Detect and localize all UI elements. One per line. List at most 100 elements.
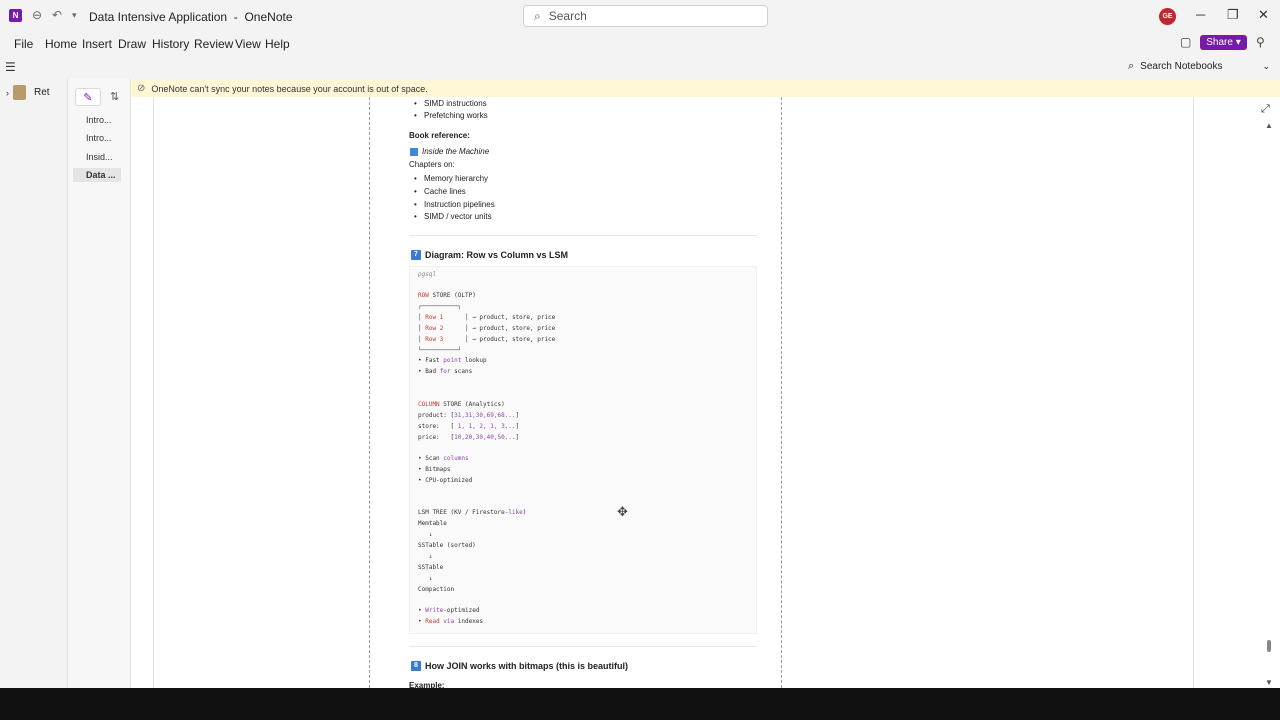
page-item[interactable]: Intro... xyxy=(73,131,121,145)
keycap-number-icon: 8 xyxy=(411,661,421,671)
global-search-input[interactable]: ⌕ Search xyxy=(523,5,768,27)
minimize-icon[interactable]: ─ xyxy=(1196,7,1205,22)
document-title: Data Intensive Application - OneNote xyxy=(89,10,293,24)
vertical-scrollbar[interactable] xyxy=(1264,97,1278,688)
code-block[interactable]: pgsql ROW STORE (OLTP) ┌──────────┐ │ Ro… xyxy=(409,266,757,634)
notebook-icon xyxy=(13,85,26,100)
sort-icon[interactable]: ⇅ xyxy=(110,90,119,103)
menu-insert[interactable]: Insert xyxy=(82,37,112,51)
section-heading: 7 Diagram: Row vs Column vs LSM xyxy=(411,250,568,260)
avatar[interactable]: GE xyxy=(1159,8,1176,25)
scroll-down-icon[interactable]: ▼ xyxy=(1265,678,1273,687)
book-icon xyxy=(410,147,418,156)
scrollbar-thumb[interactable] xyxy=(1267,640,1271,652)
code-line: ROW STORE (OLTP) xyxy=(418,292,476,299)
section-title: Diagram: Row vs Column vs LSM xyxy=(425,250,569,260)
code-line: Compaction xyxy=(418,586,455,593)
quick-access-dropdown-icon[interactable]: ▾ xyxy=(72,10,77,21)
canvas-divider xyxy=(781,97,782,688)
page-item-active[interactable]: Data ... xyxy=(73,168,121,182)
search-icon: ⌕ xyxy=(1128,59,1135,72)
code-line: • Bad for scans xyxy=(418,368,473,375)
menu-history[interactable]: History xyxy=(152,37,189,51)
list-item: SIMD / vector units xyxy=(414,212,492,221)
code-line: • Scan columns xyxy=(418,455,469,462)
chevron-down-icon[interactable]: ⌄ xyxy=(1262,61,1270,72)
code-line: • Write-optimized xyxy=(418,607,480,614)
page-item[interactable]: Insid... xyxy=(73,150,121,164)
menu-bar xyxy=(0,32,1280,54)
share-button[interactable]: Share ▾ xyxy=(1200,35,1247,50)
chevron-right-icon[interactable]: › xyxy=(6,88,9,98)
list-item: SIMD instructions xyxy=(414,99,487,108)
section-title: How JOIN works with bitmaps (this is bea… xyxy=(425,661,629,671)
menu-review[interactable]: Review xyxy=(194,37,233,51)
share-label: Share xyxy=(1206,37,1233,48)
code-line: ┌──────────┐ xyxy=(418,303,462,310)
notebook-pane xyxy=(0,79,66,688)
sync-warning-text: OneNote can't sync your notes because yo… xyxy=(151,83,428,94)
code-line: • Bitmaps xyxy=(418,466,451,473)
code-line: SSTable (sorted) xyxy=(418,542,476,549)
list-item: Memory hierarchy xyxy=(414,174,488,183)
divider xyxy=(409,646,757,647)
sync-warning-banner: ⊘ OneNote can't sync your notes because … xyxy=(131,80,1280,97)
book-reference: Inside the Machine xyxy=(410,147,489,156)
chapters-label: Chapters on: xyxy=(409,160,455,169)
code-line: ↓ xyxy=(418,531,433,538)
canvas-divider xyxy=(369,97,370,688)
chevron-down-icon: ▾ xyxy=(1235,37,1241,48)
new-page-icon[interactable]: ✎ xyxy=(75,88,101,106)
taskbar xyxy=(0,688,1280,720)
notebook-label: Ret xyxy=(34,87,50,98)
code-line: ↓ xyxy=(418,575,433,582)
back-icon[interactable]: ⊖ xyxy=(32,8,42,22)
code-line: LSM TREE (KV / Firestore-like) xyxy=(418,509,527,516)
code-line: store: [ 1, 1, 2, 1, 3...] xyxy=(418,423,520,430)
menu-home[interactable]: Home xyxy=(45,37,77,51)
divider xyxy=(409,235,757,236)
code-line: Memtable xyxy=(418,520,447,527)
code-line: │ Row 2 │ → product, store, price xyxy=(418,325,556,332)
notebook-item[interactable]: › Ret xyxy=(6,85,50,100)
search-icon: ⌕ xyxy=(534,8,541,23)
onenote-logo-icon: N xyxy=(9,9,22,22)
code-language-label: pgsql xyxy=(418,271,437,278)
code-line: price: [10,20,30,40,50...] xyxy=(418,434,520,441)
canvas-divider xyxy=(1193,97,1194,688)
code-line: │ Row 1 │ → product, store, price xyxy=(418,314,556,321)
menu-file[interactable]: File xyxy=(14,37,33,51)
menu-help[interactable]: Help xyxy=(265,37,290,51)
book-title: Inside the Machine xyxy=(422,147,490,156)
code-line: COLUMN STORE (Analytics) xyxy=(418,401,505,408)
close-icon[interactable]: ✕ xyxy=(1258,7,1269,23)
hamburger-menu-icon[interactable]: ☰ xyxy=(5,60,16,74)
list-item: Prefetching works xyxy=(414,111,488,120)
search-placeholder: Search xyxy=(548,9,587,23)
code-line: ↓ xyxy=(418,553,433,560)
menu-draw[interactable]: Draw xyxy=(118,37,146,51)
code-line: • Read via indexes xyxy=(418,618,484,625)
code-line: • CPU-optimized xyxy=(418,477,473,484)
restore-icon[interactable]: ❐ xyxy=(1227,7,1239,23)
search-notebooks-input[interactable]: ⌕ Search Notebooks ⌄ xyxy=(1121,57,1276,75)
page-item[interactable]: Intro... xyxy=(73,113,121,127)
menu-view[interactable]: View xyxy=(235,37,261,51)
code-line: product: [31,31,30,69,68...] xyxy=(418,412,520,419)
code-line: SSTable xyxy=(418,564,444,571)
book-reference-label: Book reference: xyxy=(409,131,470,140)
warning-icon: ⊘ xyxy=(137,83,146,94)
feedback-icon[interactable]: ⚲ xyxy=(1256,35,1265,49)
code-line: └──────────┘ xyxy=(418,347,462,354)
code-line: │ Row 3 │ → product, store, price xyxy=(418,336,556,343)
scroll-up-icon[interactable]: ▲ xyxy=(1265,121,1273,130)
navigation-bar xyxy=(0,56,1280,78)
section-heading: 8 How JOIN works with bitmaps (this is b… xyxy=(411,661,628,671)
list-item: Instruction pipelines xyxy=(414,200,495,209)
undo-icon[interactable]: ↶ xyxy=(52,8,62,22)
keycap-number-icon: 7 xyxy=(411,250,421,260)
immersive-reader-icon[interactable]: ▢ xyxy=(1180,35,1191,49)
code-line: • Fast point lookup xyxy=(418,357,487,364)
canvas-divider xyxy=(153,97,154,688)
search-notebooks-placeholder: Search Notebooks xyxy=(1140,60,1223,72)
